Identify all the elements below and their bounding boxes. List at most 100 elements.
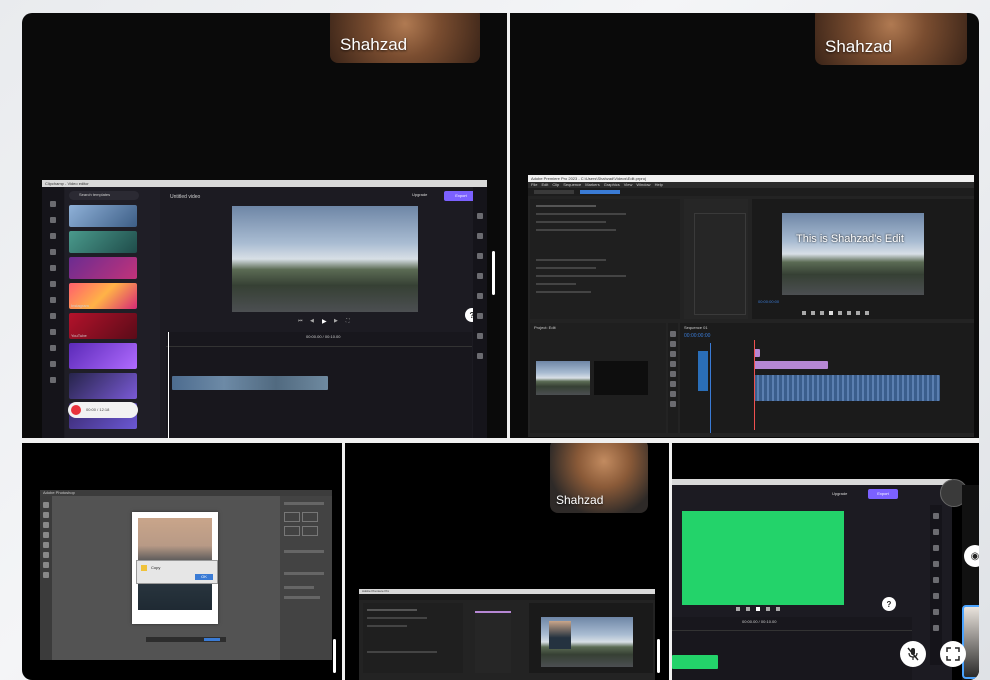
- timeline-ruler: [166, 342, 472, 347]
- brush-tool-icon[interactable]: [43, 542, 49, 548]
- property-icon[interactable]: [477, 273, 483, 279]
- ok-button[interactable]: OK: [195, 574, 213, 580]
- play-icon[interactable]: ▶: [322, 318, 327, 325]
- timeline[interactable]: 00:00.00 / 00:10.00: [672, 617, 912, 680]
- tool-icon[interactable]: [50, 313, 56, 319]
- program-transport: [802, 311, 922, 315]
- project-sequence-thumbnail[interactable]: [594, 361, 648, 395]
- tool-icon[interactable]: [50, 249, 56, 255]
- property-icon[interactable]: [933, 593, 939, 599]
- crop-tool-icon[interactable]: [43, 532, 49, 538]
- workspace-tab[interactable]: [534, 190, 574, 194]
- audio-clip[interactable]: [754, 375, 940, 401]
- property-icon[interactable]: [477, 293, 483, 299]
- ripple-edit-icon[interactable]: [670, 351, 676, 357]
- property-icon[interactable]: [933, 609, 939, 615]
- video-preview[interactable]: [232, 206, 418, 312]
- timeline-time: 00:00.00 / 00:10.00: [742, 619, 777, 624]
- eraser-tool-icon[interactable]: [43, 552, 49, 558]
- help-button[interactable]: ?: [882, 597, 896, 611]
- tool-icon[interactable]: [50, 345, 56, 351]
- hand-tool-icon[interactable]: [670, 391, 676, 397]
- program-preview[interactable]: [541, 617, 633, 667]
- track-target[interactable]: [698, 351, 708, 391]
- template-instagram[interactable]: Instagram: [69, 283, 137, 309]
- video-clip[interactable]: [754, 361, 828, 369]
- participant-tile-5[interactable]: Upgrade Export ? 00:00.00 / 00:10.00 ◉: [672, 443, 979, 680]
- slip-tool-icon[interactable]: [670, 371, 676, 377]
- tool-icon[interactable]: [50, 377, 56, 383]
- playhead[interactable]: [168, 332, 169, 438]
- participant-mini-thumbnail[interactable]: [962, 605, 979, 679]
- timeline[interactable]: 00:00.00 / 00:10.00: [166, 332, 472, 438]
- forward-icon[interactable]: ▶: [334, 318, 338, 324]
- program-preview[interactable]: This is Shahzad's Edit: [782, 213, 924, 295]
- participant-name: Shahzad: [825, 37, 893, 56]
- tools-panel: [668, 323, 678, 433]
- scroll-indicator: [657, 639, 660, 673]
- upgrade-button[interactable]: Upgrade: [832, 491, 856, 499]
- participant-tile-4[interactable]: Shahzad Adobe Premiere Pro: [345, 443, 669, 680]
- export-button[interactable]: Export: [868, 489, 898, 499]
- property-icon[interactable]: [477, 253, 483, 259]
- record-pill[interactable]: 00:00 / 12:18: [68, 402, 138, 418]
- template-thumbnail[interactable]: [69, 231, 137, 253]
- property-icon[interactable]: [477, 213, 483, 219]
- tool-icon[interactable]: [50, 201, 56, 207]
- template-thumbnail[interactable]: [69, 373, 137, 399]
- template-thumbnail[interactable]: [69, 343, 137, 369]
- tool-icon[interactable]: [50, 361, 56, 367]
- green-screen-preview[interactable]: [682, 511, 844, 605]
- mic-off-button[interactable]: [900, 641, 926, 667]
- search-input[interactable]: Search templates: [69, 191, 139, 200]
- track-select-icon[interactable]: [670, 341, 676, 347]
- upgrade-button[interactable]: Upgrade: [412, 192, 434, 200]
- workspace-tab[interactable]: [580, 190, 620, 194]
- record-icon[interactable]: [71, 405, 81, 415]
- tool-icon[interactable]: [50, 217, 56, 223]
- tool-icon[interactable]: [50, 297, 56, 303]
- tool-icon[interactable]: [50, 233, 56, 239]
- move-tool-icon[interactable]: [43, 502, 49, 508]
- pen-tool-icon[interactable]: [670, 381, 676, 387]
- template-thumbnail[interactable]: [69, 205, 137, 227]
- skip-back-icon[interactable]: ⏮: [298, 318, 303, 324]
- marquee-tool-icon[interactable]: [43, 512, 49, 518]
- property-icon[interactable]: [933, 561, 939, 567]
- razor-tool-icon[interactable]: [670, 361, 676, 367]
- property-icon[interactable]: [933, 513, 939, 519]
- participant-tile-1[interactable]: Shahzad Clipchamp - Video editor Search …: [22, 13, 507, 438]
- tool-icon[interactable]: [50, 265, 56, 271]
- scroll-indicator: [492, 251, 495, 295]
- source-panel: [475, 611, 511, 673]
- tool-icon[interactable]: [50, 329, 56, 335]
- sequence-timeline[interactable]: Sequence 01 00:00:00:00: [680, 323, 974, 433]
- template-thumbnail[interactable]: [69, 257, 137, 279]
- warning-icon: [141, 565, 147, 571]
- property-icon[interactable]: [933, 625, 939, 631]
- camera-icon[interactable]: ◉: [964, 545, 979, 567]
- property-icon[interactable]: [933, 545, 939, 551]
- type-tool-icon[interactable]: [670, 401, 676, 407]
- property-icon[interactable]: [477, 233, 483, 239]
- fullscreen-icon[interactable]: ⛶: [346, 318, 350, 324]
- rewind-icon[interactable]: ◀: [310, 318, 314, 324]
- green-clip[interactable]: [672, 655, 718, 669]
- lasso-tool-icon[interactable]: [43, 522, 49, 528]
- template-youtube[interactable]: YouTube: [69, 313, 137, 339]
- property-icon[interactable]: [477, 353, 483, 359]
- tool-icon[interactable]: [50, 281, 56, 287]
- fullscreen-button[interactable]: [940, 641, 966, 667]
- property-icon[interactable]: [933, 577, 939, 583]
- property-icon[interactable]: [477, 333, 483, 339]
- zoom-tool-icon[interactable]: [43, 572, 49, 578]
- selection-tool-icon[interactable]: [670, 331, 676, 337]
- project-clip-thumbnail[interactable]: [536, 361, 590, 395]
- participant-tile-2[interactable]: Shahzad Adobe Premiere Pro 2023 - C:\Use…: [510, 13, 979, 438]
- text-tool-icon[interactable]: [43, 562, 49, 568]
- video-clip[interactable]: [172, 376, 328, 390]
- property-icon[interactable]: [933, 529, 939, 535]
- participant-tile-3[interactable]: Adobe Photoshop Copy OK: [22, 443, 342, 680]
- property-icon[interactable]: [477, 313, 483, 319]
- project-name[interactable]: Untitled video: [170, 194, 200, 200]
